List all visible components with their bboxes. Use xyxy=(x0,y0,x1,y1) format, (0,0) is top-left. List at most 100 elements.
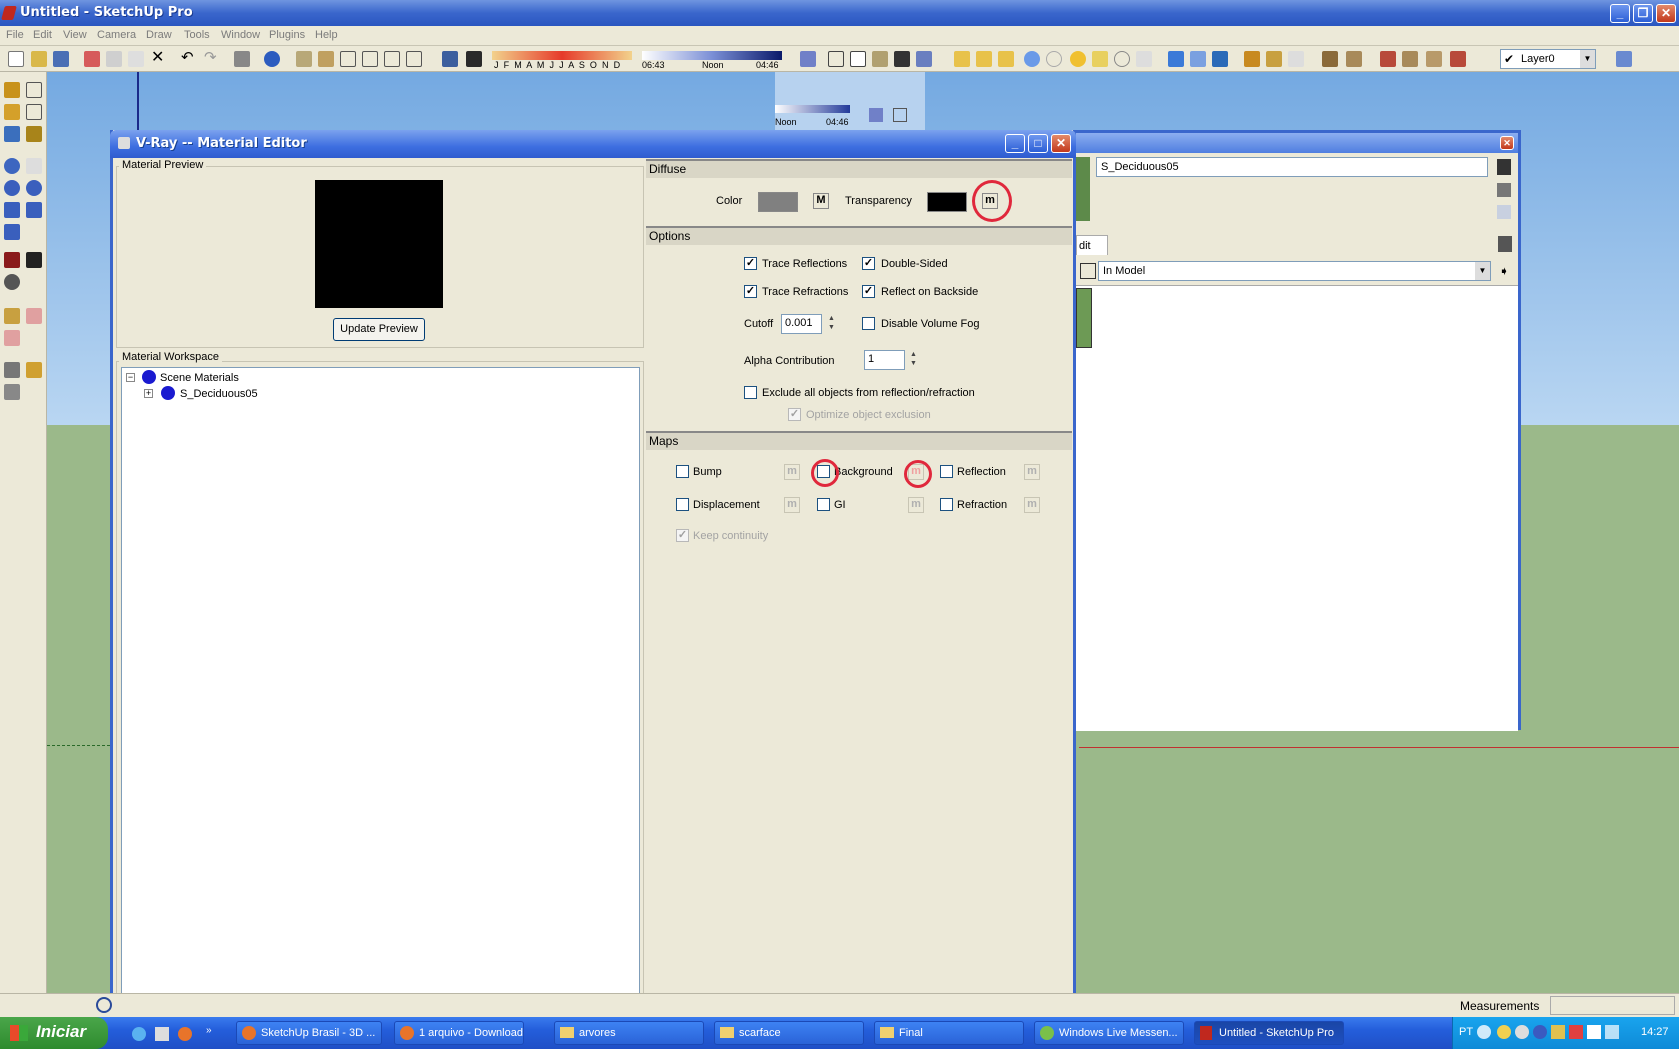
layer-manager-icon[interactable] xyxy=(1616,51,1632,67)
quicklaunch-more-icon[interactable]: » xyxy=(206,1025,212,1036)
look-around-icon[interactable] xyxy=(4,274,20,290)
displacement-checkbox[interactable] xyxy=(676,498,689,511)
volume-icon[interactable] xyxy=(1605,1025,1619,1039)
sandbox-icon[interactable] xyxy=(4,362,20,378)
double-sided-checkbox[interactable]: ✓ xyxy=(862,257,875,270)
gi-map-button[interactable]: m xyxy=(908,497,924,513)
wireframe-icon[interactable] xyxy=(828,51,844,67)
maps-header[interactable]: Maps xyxy=(646,431,1072,450)
start-button[interactable]: Iniciar xyxy=(0,1017,108,1049)
keep-continuity-checkbox[interactable]: ✓ xyxy=(676,529,689,542)
exclude-all-checkbox[interactable] xyxy=(744,386,757,399)
time-slider[interactable] xyxy=(642,51,782,60)
diffuse-header[interactable]: Diffuse xyxy=(646,159,1072,178)
vray-minimize-button[interactable]: _ xyxy=(1005,134,1025,153)
network-icon[interactable] xyxy=(1587,1025,1601,1039)
menu-tools[interactable]: Tools xyxy=(184,29,210,41)
3dtext-icon[interactable] xyxy=(26,126,42,142)
sandbox-b-icon[interactable] xyxy=(26,362,42,378)
walk-icon[interactable] xyxy=(26,252,42,268)
language-indicator[interactable]: PT xyxy=(1459,1026,1473,1038)
reflection-map-button[interactable]: m xyxy=(1024,464,1040,480)
materials-panel-close-button[interactable]: ✕ xyxy=(1500,136,1514,150)
component-d-icon[interactable] xyxy=(1402,51,1418,67)
vray-maximize-button[interactable]: □ xyxy=(1028,134,1048,153)
vray-material-editor-icon[interactable] xyxy=(1168,51,1184,67)
menu-file[interactable]: File xyxy=(6,29,24,41)
section-icon[interactable] xyxy=(4,308,20,324)
back-view-icon[interactable] xyxy=(384,51,400,67)
reflection-checkbox[interactable] xyxy=(940,465,953,478)
new-icon[interactable] xyxy=(8,51,24,67)
shaded-texture-icon[interactable] xyxy=(894,51,910,67)
minimize-button[interactable]: _ xyxy=(1610,4,1630,23)
undo-icon[interactable]: ↶ xyxy=(181,50,197,67)
task-downloads[interactable]: 1 arquivo - Downloads xyxy=(394,1021,524,1045)
layer-dropdown[interactable]: ✔ Layer0 ▼ xyxy=(1500,49,1596,69)
monochrome-icon[interactable] xyxy=(916,51,932,67)
top-view-icon[interactable] xyxy=(318,51,334,67)
task-scarface[interactable]: scarface xyxy=(714,1021,864,1045)
text-icon[interactable] xyxy=(26,104,42,120)
help-icon[interactable] xyxy=(96,997,112,1013)
delete-icon[interactable]: ✕ xyxy=(151,50,167,67)
vray-omni-icon[interactable] xyxy=(1070,51,1086,67)
color-map-button[interactable]: M xyxy=(813,193,829,209)
cutoff-spinner[interactable]: ▲ ▼ xyxy=(824,314,839,334)
create-material-icon[interactable] xyxy=(1497,159,1511,175)
transparency-color-swatch[interactable] xyxy=(927,192,967,212)
orbit-icon[interactable] xyxy=(4,158,20,174)
component-f-icon[interactable] xyxy=(1450,51,1466,67)
axes-icon[interactable] xyxy=(4,126,20,142)
component-icon[interactable] xyxy=(26,82,42,98)
quicklaunch-ie-icon[interactable] xyxy=(132,1027,146,1041)
shadow-settings-icon[interactable] xyxy=(442,51,458,67)
section-fill-icon[interactable] xyxy=(998,51,1014,67)
quicklaunch-firefox-icon[interactable] xyxy=(178,1027,192,1041)
menu-plugins[interactable]: Plugins xyxy=(269,29,305,41)
section-b-icon[interactable] xyxy=(26,308,42,324)
tree-expand-icon[interactable]: + xyxy=(144,389,153,398)
section-c-icon[interactable] xyxy=(4,330,20,346)
component-b-icon[interactable] xyxy=(1346,51,1362,67)
sample-material-icon[interactable] xyxy=(1497,205,1511,219)
alpha-contribution-input[interactable]: 1 xyxy=(864,350,905,370)
section-cut-icon[interactable] xyxy=(976,51,992,67)
tree-collapse-icon[interactable]: − xyxy=(126,373,135,382)
disable-volume-fog-checkbox[interactable] xyxy=(862,317,875,330)
clock[interactable]: 14:27 xyxy=(1641,1026,1669,1038)
menu-draw[interactable]: Draw xyxy=(146,29,172,41)
sandbox-c-icon[interactable] xyxy=(4,384,20,400)
tree-child-label[interactable]: S_Deciduous05 xyxy=(180,388,258,400)
quicklaunch-app-icon[interactable] xyxy=(155,1027,169,1041)
material-tree[interactable]: − Scene Materials + S_Deciduous05 xyxy=(121,367,640,1015)
gi-checkbox[interactable] xyxy=(817,498,830,511)
section-plane-icon[interactable] xyxy=(954,51,970,67)
zoom-icon[interactable] xyxy=(4,180,20,196)
vray-sphere-icon[interactable] xyxy=(1024,51,1040,67)
restore-button[interactable]: ❐ xyxy=(1633,4,1653,23)
left-view-icon[interactable] xyxy=(406,51,422,67)
month-slider[interactable] xyxy=(492,51,632,60)
copy-icon[interactable] xyxy=(106,51,122,67)
task-messenger[interactable]: Windows Live Messen... xyxy=(1034,1021,1184,1045)
iso-view-icon[interactable] xyxy=(296,51,312,67)
default-material-icon[interactable] xyxy=(1497,183,1511,197)
vray-render-icon[interactable] xyxy=(1212,51,1228,67)
material-name-input[interactable]: S_Deciduous05 xyxy=(1096,157,1488,177)
vray-dialog-titlebar[interactable]: V-Ray -- Material Editor _ □ ✕ xyxy=(110,130,1076,158)
tray-icon-3[interactable] xyxy=(1533,1025,1547,1039)
hidden-line-icon[interactable] xyxy=(850,51,866,67)
zoom-window-icon[interactable] xyxy=(26,180,42,196)
front-view-icon[interactable] xyxy=(340,51,356,67)
menu-window[interactable]: Window xyxy=(221,29,260,41)
vray-options-icon[interactable] xyxy=(1190,51,1206,67)
component-a-icon[interactable] xyxy=(1322,51,1338,67)
print-icon[interactable] xyxy=(234,51,250,67)
component-e-icon[interactable] xyxy=(1426,51,1442,67)
save-icon[interactable] xyxy=(53,51,69,67)
vray-ies-icon[interactable] xyxy=(1114,51,1130,67)
vray-light-icon[interactable] xyxy=(1046,51,1062,67)
menu-edit[interactable]: Edit xyxy=(33,29,52,41)
bump-map-button[interactable]: m xyxy=(784,464,800,480)
